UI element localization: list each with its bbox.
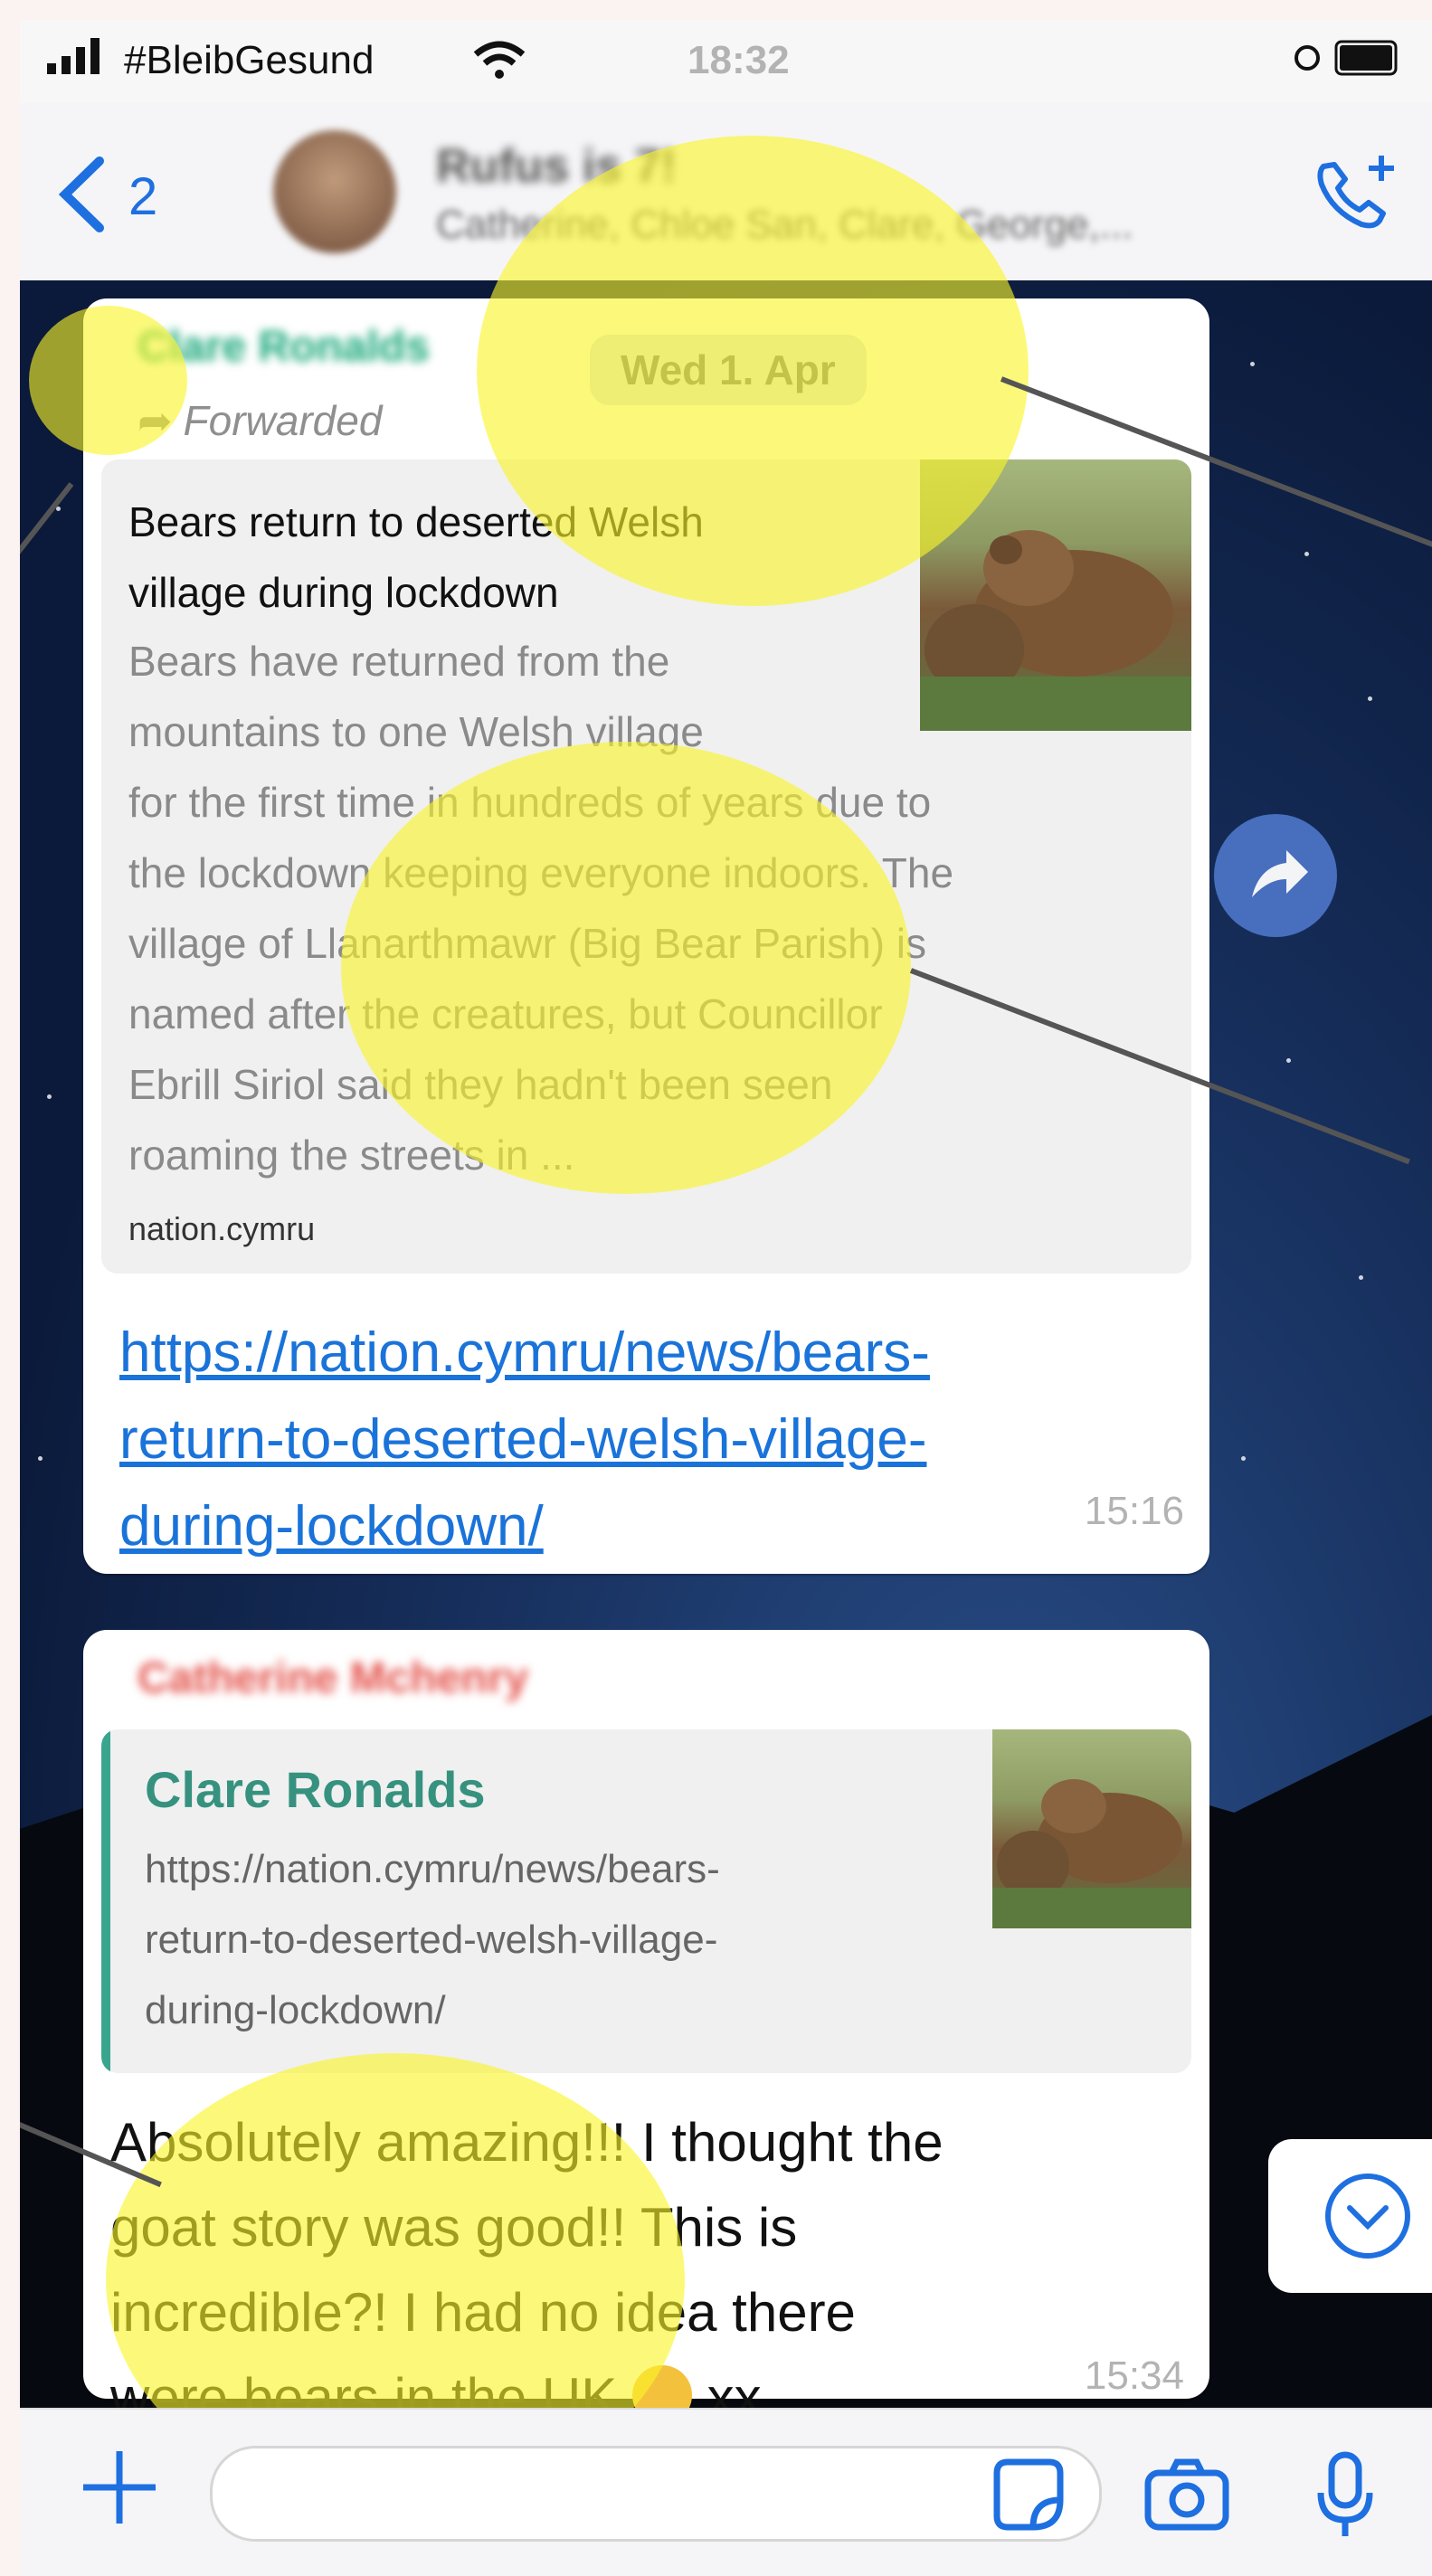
preview-domain: nation.cymru (128, 1210, 316, 1247)
carrier-label: #BleibGesund (124, 38, 375, 82)
group-name[interactable]: Rufus is 7! (436, 139, 677, 194)
message-text: Absolutely amazing!!! I thought the goat… (110, 2112, 944, 2428)
sticker-button[interactable] (979, 2446, 1078, 2545)
sender-name: Catherine Mchenry (138, 1654, 529, 1702)
microphone-button[interactable] (1295, 2446, 1395, 2545)
message-time: 15:16 (1084, 1489, 1184, 1533)
chevron-left-icon (58, 156, 104, 232)
add-call-button[interactable] (1305, 148, 1405, 239)
plus-icon[interactable] (74, 2442, 165, 2547)
message-input[interactable] (210, 2446, 1102, 2542)
quote-thumbnail (992, 1729, 1191, 1928)
forwarded-label: ➦ Forwarded (138, 397, 383, 444)
article-link[interactable]: https://nation.cymru/news/bears- return-… (119, 1310, 1078, 1570)
preview-description: Bears have returned from the mountains t… (128, 638, 954, 1179)
camera-button[interactable] (1137, 2446, 1237, 2545)
back-button[interactable] (54, 154, 109, 247)
quote-author: Clare Ronalds (145, 1761, 486, 1818)
sender-name: Clare Ronalds (138, 323, 430, 371)
unread-count[interactable]: 2 (128, 166, 157, 227)
status-bar: #BleibGesund 18:32 (20, 20, 1432, 103)
forward-icon: ➦ (138, 397, 173, 444)
scroll-down-button[interactable] (1268, 2139, 1432, 2293)
chat-area[interactable]: Clare Ronalds ➦ Forwarded Wed 1. Apr Bear (20, 136, 1432, 2505)
battery-icon (1289, 36, 1407, 90)
input-bar (20, 2408, 1432, 2576)
microphone-icon (1317, 2451, 1373, 2536)
link-preview[interactable]: Bears return to deserted Welsh village d… (101, 459, 1191, 1274)
quote-bar (101, 1729, 110, 2073)
wifi-icon (472, 40, 526, 90)
chat-header: 2 Rufus is 7! Catherine, Chloe San, Clar… (20, 103, 1432, 282)
message-bubble-forwarded[interactable]: Clare Ronalds ➦ Forwarded Wed 1. Apr Bear (83, 298, 1209, 1574)
quote-text: https://nation.cymru/news/bears- return-… (145, 1847, 720, 2032)
sticker-icon (993, 2458, 1064, 2531)
chevron-down-circle-icon (1325, 2174, 1410, 2259)
message-time: 15:34 (1084, 2353, 1184, 2398)
share-arrow-icon (1252, 850, 1308, 897)
camera-icon (1144, 2458, 1229, 2531)
date-pill: Wed 1. Apr (590, 335, 867, 405)
share-button[interactable] (1214, 814, 1337, 937)
callout-line (20, 482, 74, 650)
message-bubble-reply[interactable]: Catherine Mchenry Clare Ronalds https://… (83, 1630, 1209, 2428)
phone-screen: #BleibGesund 18:32 2 Rufus is 7! Catheri… (20, 20, 1432, 2576)
avatar[interactable] (273, 130, 396, 253)
group-members[interactable]: Catherine, Chloe San, Clare, George,... (436, 203, 1133, 248)
signal-icon (47, 38, 112, 84)
add-call-icon (1317, 156, 1394, 229)
preview-title: Bears return to deserted Welsh village d… (128, 498, 704, 616)
quoted-message[interactable]: Clare Ronalds https://nation.cymru/news/… (101, 1729, 1191, 2073)
